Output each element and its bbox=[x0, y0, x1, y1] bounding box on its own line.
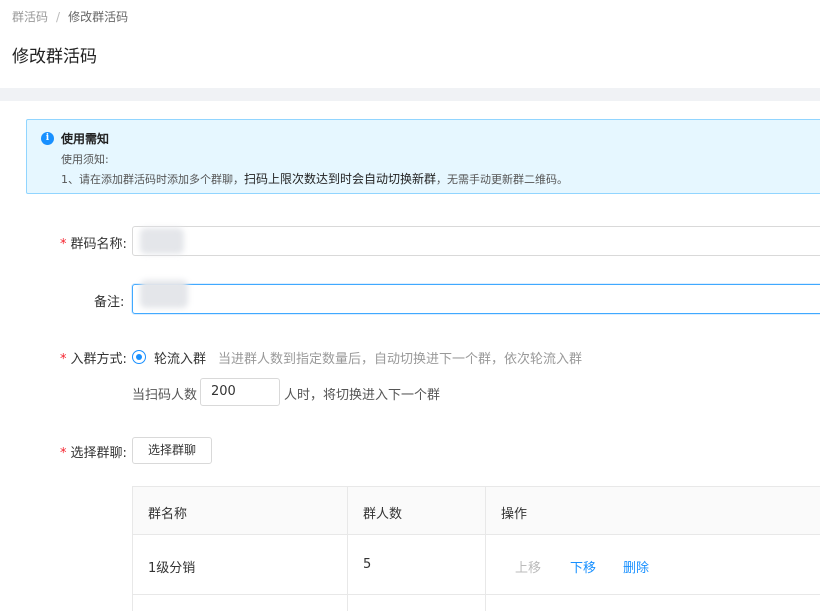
breadcrumb-current: 修改群活码 bbox=[68, 10, 129, 24]
notice-line-1: 使用须知: bbox=[61, 153, 109, 166]
col-header-member-count: 群人数 bbox=[363, 507, 403, 522]
column-divider bbox=[347, 487, 348, 611]
page: 群活码 / 修改群活码 修改群活码 i 使用需知 使用须知: 1、请在添加群活码… bbox=[0, 0, 820, 611]
redacted-text-blur bbox=[140, 228, 184, 254]
select-group-label: * 选择群聊: bbox=[60, 442, 127, 461]
notice-line-2-prefix: 1、请在添加群活码时添加多个群聊， bbox=[61, 173, 244, 186]
member-count-cell: 5 bbox=[363, 557, 372, 572]
column-divider bbox=[485, 487, 486, 611]
join-mode-label: * 入群方式: bbox=[60, 348, 127, 367]
notice-line-2-highlight: 扫码上限次数达到时会自动切换新群 bbox=[244, 172, 437, 186]
breadcrumb-separator: / bbox=[56, 9, 61, 24]
round-robin-radio-label[interactable]: 轮流入群 bbox=[154, 348, 206, 367]
delete-button[interactable]: 删除 bbox=[623, 557, 649, 576]
select-group-button[interactable]: 选择群聊 bbox=[132, 437, 212, 464]
group-table: 群名称 群人数 操作 1级分销 5 上移 下移 删除 bbox=[132, 486, 820, 611]
col-header-actions: 操作 bbox=[501, 507, 528, 522]
scan-count-prefix: 当扫码人数 bbox=[132, 388, 198, 403]
header-divider bbox=[0, 88, 820, 101]
notice-title: 使用需知 bbox=[61, 132, 110, 146]
required-mark: * bbox=[60, 446, 67, 461]
col-header-group-name: 群名称 bbox=[148, 507, 188, 522]
select-group-label-text: 选择群聊: bbox=[70, 446, 127, 461]
remark-input[interactable] bbox=[132, 284, 820, 314]
table-header: 群名称 群人数 操作 bbox=[133, 487, 820, 535]
usage-notice: i 使用需知 使用须知: 1、请在添加群活码时添加多个群聊，扫码上限次数达到时会… bbox=[26, 119, 820, 194]
breadcrumb-parent-link[interactable]: 群活码 bbox=[12, 8, 48, 25]
group-name-cell: 1级分销 bbox=[148, 561, 196, 576]
group-code-name-label: * 群码名称: bbox=[60, 233, 127, 252]
breadcrumb: 群活码 / 修改群活码 bbox=[12, 8, 128, 25]
page-header: 群活码 / 修改群活码 修改群活码 bbox=[0, 0, 820, 88]
round-robin-description: 当进群人数到指定数量后，自动切换进下一个群，依次轮流入群 bbox=[218, 352, 583, 367]
move-up-button[interactable]: 上移 bbox=[515, 557, 541, 576]
page-title: 修改群活码 bbox=[12, 47, 97, 67]
move-down-button[interactable]: 下移 bbox=[570, 557, 596, 576]
scan-count-input[interactable]: 200 bbox=[200, 378, 280, 406]
round-robin-radio[interactable] bbox=[132, 350, 146, 364]
group-code-name-input[interactable] bbox=[132, 226, 820, 256]
required-mark: * bbox=[60, 237, 67, 252]
remark-label: 备注: bbox=[94, 295, 125, 310]
required-mark: * bbox=[60, 352, 67, 367]
join-mode-label-text: 入群方式: bbox=[70, 352, 127, 367]
info-icon: i bbox=[41, 132, 54, 145]
table-row: 1级分销 5 上移 下移 删除 bbox=[133, 535, 820, 595]
scan-count-suffix: 人时，将切换进入下一个群 bbox=[284, 388, 441, 403]
group-code-name-label-text: 群码名称: bbox=[70, 237, 127, 252]
notice-line-2-suffix: ，无需手动更新群二维码。 bbox=[436, 173, 569, 186]
redacted-text-blur bbox=[140, 280, 188, 308]
notice-line-2: 1、请在添加群活码时添加多个群聊，扫码上限次数达到时会自动切换新群，无需手动更新… bbox=[61, 170, 568, 187]
